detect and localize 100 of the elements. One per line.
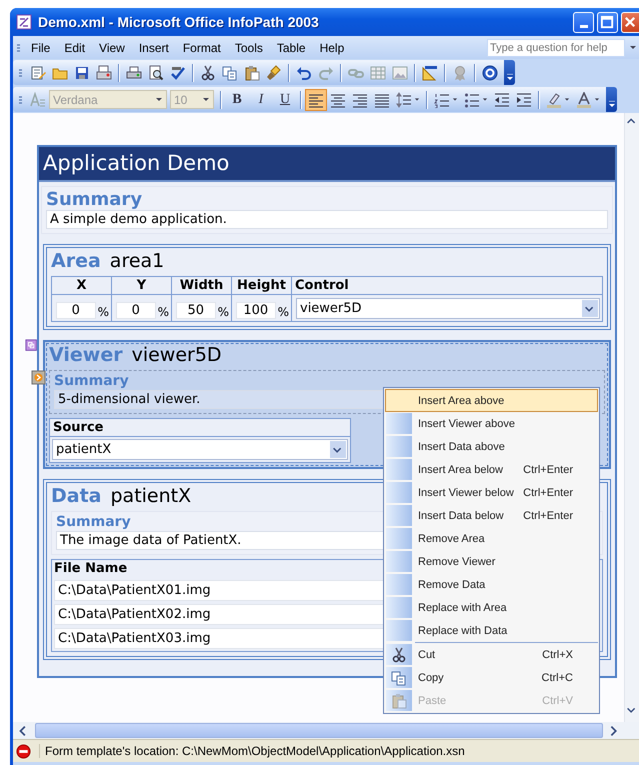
section-heading: Viewer — [49, 344, 123, 366]
line-spacing-icon — [396, 92, 412, 108]
section-name: viewer5D — [132, 344, 222, 366]
scrollbar-thumb[interactable] — [35, 723, 603, 738]
caret-icon — [155, 96, 163, 103]
section-handle-icon — [25, 339, 39, 353]
caret-icon — [452, 97, 458, 102]
menu-item[interactable]: Edit — [58, 38, 94, 56]
table-icon — [370, 64, 386, 80]
column-header: Height — [232, 277, 292, 295]
section-heading: Summary — [54, 373, 129, 390]
bullet-list-icon — [464, 92, 480, 108]
menu-item[interactable]: Insert Data below Ctrl+Enter — [385, 504, 598, 527]
menu-item[interactable]: Insert Viewer above — [385, 412, 598, 435]
text-style-icon — [30, 92, 46, 108]
underline-button[interactable]: U — [273, 88, 297, 110]
caret-icon — [202, 96, 210, 103]
menu-item[interactable]: Cut Ctrl+X — [385, 643, 598, 666]
column-header: Width — [172, 277, 232, 295]
printer-icon — [96, 64, 112, 80]
maximize-button[interactable] — [597, 12, 618, 32]
status-text: Form template's location: C:\NewMom\ObjectModel\Application\Application.xsn — [39, 744, 465, 758]
menu-item[interactable]: Insert Area above — [385, 389, 598, 412]
horizontal-scrollbar[interactable] — [13, 722, 639, 739]
column-header: X — [52, 277, 112, 295]
minimize-button[interactable] — [573, 12, 594, 32]
vertical-scrollbar[interactable] — [624, 113, 639, 722]
chevron-icon — [506, 74, 514, 81]
align-center-icon — [330, 92, 346, 108]
caret-icon — [414, 97, 420, 102]
highlight-icon — [546, 92, 562, 108]
field-handle-icon — [31, 370, 47, 386]
app-icon — [16, 14, 32, 30]
menu-item[interactable]: File — [25, 38, 58, 56]
section-heading: Area — [51, 250, 101, 272]
section-heading: Summary — [46, 189, 142, 210]
form-icon — [30, 64, 46, 80]
grip-icon — [19, 96, 22, 104]
menu-item[interactable]: Insert — [132, 38, 177, 56]
menu-item[interactable]: Insert Data above — [385, 435, 598, 458]
menu-item[interactable]: Remove Viewer — [385, 550, 598, 573]
number-field[interactable]: 50 — [176, 302, 216, 319]
caret-icon — [594, 97, 600, 102]
menu-item[interactable]: Tools — [228, 38, 271, 56]
printer-icon — [126, 64, 142, 80]
picture-icon — [392, 64, 408, 80]
maximize-icon — [600, 14, 615, 30]
number-field[interactable]: 0 — [116, 302, 156, 319]
unit-label: % — [278, 305, 289, 319]
chevron-icon — [608, 101, 616, 108]
column-header: Control — [292, 277, 602, 295]
help-icon — [482, 64, 498, 80]
form-title: Application Demo — [39, 147, 615, 182]
decrease-indent-icon — [494, 92, 510, 108]
caret-icon — [482, 97, 488, 102]
print-preview-icon — [148, 64, 164, 80]
undo-icon — [296, 64, 312, 80]
section-name: area1 — [110, 250, 164, 272]
help-search-field[interactable]: Type a question for help — [487, 38, 625, 56]
menu-item[interactable]: View — [93, 38, 133, 56]
menu-item[interactable]: Insert Area below Ctrl+Enter — [385, 458, 598, 481]
bold-button[interactable]: B — [225, 88, 249, 110]
menu-item[interactable]: Table — [270, 38, 314, 56]
increase-indent-icon — [516, 92, 532, 108]
scissors-icon — [391, 646, 407, 662]
redo-icon — [318, 64, 334, 80]
toolbar-button[interactable] — [305, 88, 327, 110]
text-field[interactable]: A simple demo application. — [46, 210, 608, 229]
window-title: Demo.xml - Microsoft Office InfoPath 2003 — [38, 14, 320, 30]
column-header: File Name — [54, 560, 128, 577]
grip-icon — [19, 68, 22, 76]
control-dropdown[interactable]: viewer5D — [296, 298, 600, 319]
section-name: patientX — [110, 485, 192, 507]
section-heading: Data — [51, 485, 102, 507]
numbered-list-icon — [434, 92, 450, 108]
number-field[interactable]: 100 — [236, 302, 276, 319]
font-color-icon — [576, 92, 592, 108]
italic-button[interactable]: I — [249, 88, 273, 110]
grip-icon — [17, 44, 20, 52]
unit-label: % — [158, 305, 169, 319]
align-left-icon — [308, 92, 324, 108]
menu-item[interactable]: Replace with Data — [385, 619, 598, 642]
source-dropdown[interactable]: patientX — [52, 439, 348, 460]
menu-item[interactable]: Help — [314, 38, 352, 56]
number-field[interactable]: 0 — [56, 302, 96, 319]
menu-item[interactable]: Insert Viewer below Ctrl+Enter — [385, 481, 598, 504]
toolbar-options-button[interactable] — [504, 60, 515, 85]
toolbar-options-button[interactable] — [606, 87, 617, 112]
menu-item[interactable]: Format — [176, 38, 229, 56]
column-header: Y — [112, 277, 172, 295]
close-button[interactable] — [621, 12, 639, 32]
paintbrush-icon — [266, 64, 282, 80]
caret-icon — [629, 44, 637, 51]
error-icon — [16, 744, 31, 758]
justify-icon — [374, 92, 390, 108]
save-icon — [74, 64, 90, 80]
paste-icon — [391, 692, 407, 708]
menu-item[interactable]: Copy Ctrl+C — [385, 666, 598, 689]
copy-icon — [391, 670, 407, 686]
column-header: Source — [50, 419, 350, 437]
